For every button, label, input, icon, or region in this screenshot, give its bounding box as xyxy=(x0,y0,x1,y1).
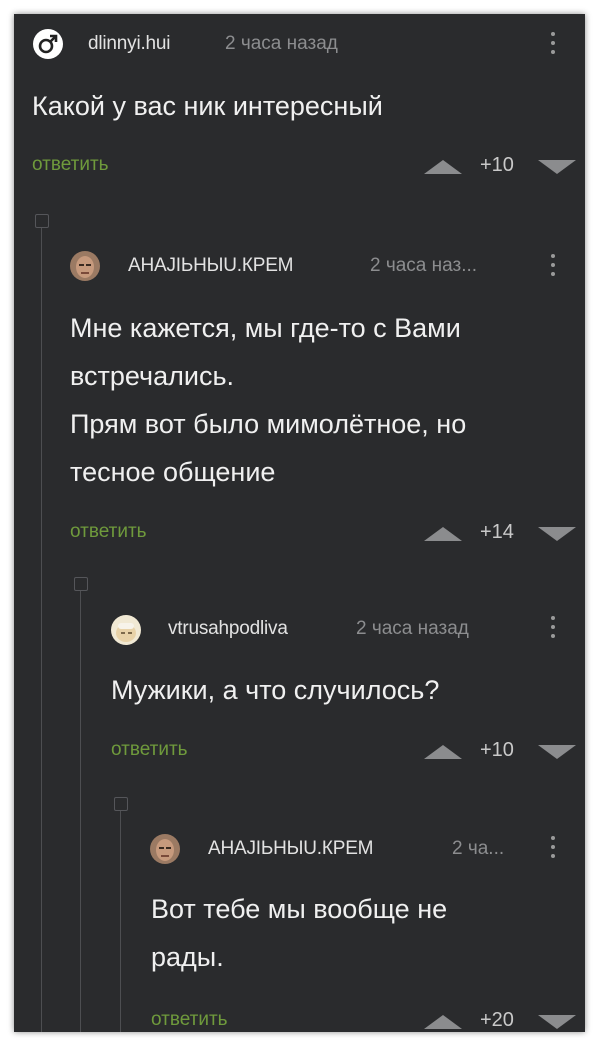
thread-line xyxy=(41,228,42,1032)
upvote-icon[interactable] xyxy=(424,160,462,174)
avatar[interactable] xyxy=(150,834,180,864)
face-avatar-icon xyxy=(76,256,94,278)
reply-button[interactable]: ответить xyxy=(111,739,188,761)
comment-username[interactable]: vtrusahpodliva xyxy=(168,618,288,640)
comment-timestamp: 2 часа наз... xyxy=(370,255,478,276)
comment-body: Какой у вас ник интересный xyxy=(32,82,383,130)
more-options-icon[interactable] xyxy=(550,32,556,58)
comment-line: Вот тебе мы вообще не xyxy=(151,894,448,924)
comment-rating: +20 xyxy=(480,1009,514,1031)
comment-line: Прям вот было мимолётное, но xyxy=(70,409,467,439)
comment-body: Мужики, а что случилось? xyxy=(111,666,439,714)
more-options-icon[interactable] xyxy=(550,254,556,280)
comment-body: Мне кажется, мы где-то с Вами встречалис… xyxy=(70,304,466,496)
reply-button[interactable]: ответить xyxy=(70,521,147,543)
reply-button[interactable]: ответить xyxy=(32,154,109,176)
comment-rating: +10 xyxy=(480,154,514,176)
more-options-icon[interactable] xyxy=(550,616,556,642)
comments-panel: dlinnyi.hui 2 часа назад Какой у вас ник… xyxy=(14,14,585,1032)
comment-line: Мне кажется, мы где-то с Вами xyxy=(70,313,461,343)
collapse-thread-button[interactable] xyxy=(74,577,88,591)
comment-username[interactable]: АНАJIЬНЫU.КРЕМ xyxy=(208,838,373,860)
collapse-thread-button[interactable] xyxy=(114,797,128,811)
comment-line: Мужики, а что случилось? xyxy=(111,675,440,705)
comment-username[interactable]: АНАJIЬНЫU.КРЕМ xyxy=(128,255,293,277)
face-avatar-icon xyxy=(116,623,136,642)
downvote-icon[interactable] xyxy=(538,160,576,174)
comment-body: Вот тебе мы вообще не рады. xyxy=(151,885,447,981)
collapse-thread-button[interactable] xyxy=(35,214,49,228)
comment-rating: +10 xyxy=(480,739,514,761)
comment-line: встречались. xyxy=(70,361,235,391)
more-options-icon[interactable] xyxy=(550,836,556,862)
avatar[interactable] xyxy=(33,29,63,59)
comment-timestamp: 2 ча... xyxy=(452,838,505,859)
upvote-icon[interactable] xyxy=(424,1015,462,1029)
comment-line: рады. xyxy=(151,942,224,972)
comment-line: Какой у вас ник интересный xyxy=(32,91,383,121)
downvote-icon[interactable] xyxy=(538,745,576,759)
thread-line xyxy=(120,811,121,1032)
avatar[interactable] xyxy=(70,251,100,281)
comment-timestamp: 2 часа назад xyxy=(356,618,469,639)
avatar[interactable] xyxy=(111,615,141,645)
thread-line xyxy=(80,591,81,1032)
male-symbol-icon xyxy=(38,34,58,54)
downvote-icon[interactable] xyxy=(538,1015,576,1029)
face-avatar-icon xyxy=(156,839,174,861)
downvote-icon[interactable] xyxy=(538,527,576,541)
upvote-icon[interactable] xyxy=(424,745,462,759)
comment-rating: +14 xyxy=(480,521,514,543)
comment-timestamp: 2 часа назад xyxy=(225,33,338,54)
comment-line: тесное общение xyxy=(70,457,276,487)
upvote-icon[interactable] xyxy=(424,527,462,541)
reply-button[interactable]: ответить xyxy=(151,1009,228,1031)
comment-username[interactable]: dlinnyi.hui xyxy=(88,33,171,55)
